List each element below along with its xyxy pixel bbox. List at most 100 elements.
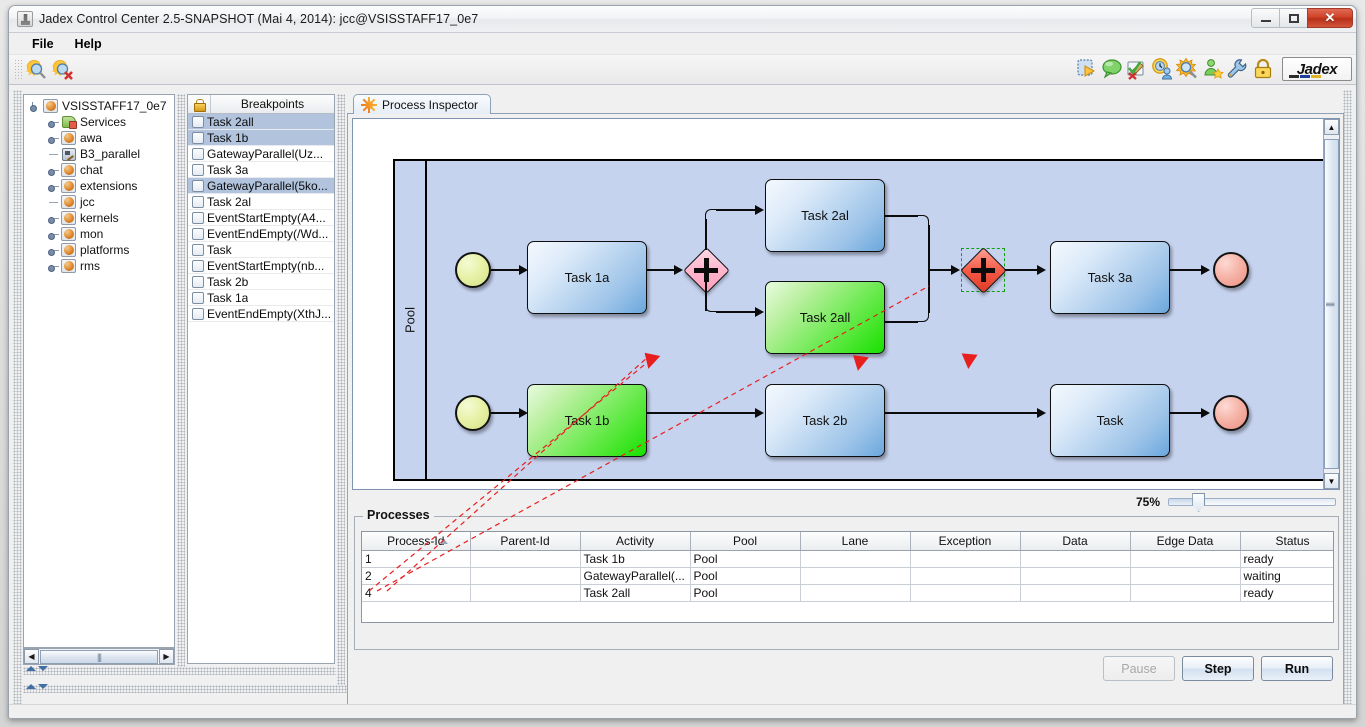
maximize-button[interactable] <box>1279 8 1308 28</box>
expand-handle-icon[interactable] <box>48 117 59 128</box>
end-event-2[interactable] <box>1213 395 1249 431</box>
expand-handle-icon[interactable] <box>48 229 59 240</box>
zoom-slider[interactable] <box>1168 498 1336 506</box>
clock-user-icon[interactable] <box>1151 57 1175 81</box>
start-component-icon[interactable] <box>1076 57 1100 81</box>
start-platform-icon[interactable] <box>25 58 49 82</box>
column-header-parent-id[interactable]: Parent-Id <box>470 532 580 550</box>
breakpoint-row[interactable]: Task 2al <box>188 194 334 210</box>
expand-handle-icon[interactable] <box>48 181 59 192</box>
scroll-down-icon[interactable]: ▼ <box>1324 473 1339 489</box>
start-event-1[interactable] <box>455 252 491 288</box>
scrollbar-track[interactable]: ||| <box>1324 135 1339 473</box>
task-2al[interactable]: Task 2al <box>765 179 885 252</box>
breakpoint-checkbox[interactable] <box>192 292 204 304</box>
stop-platform-icon[interactable] <box>51 58 75 82</box>
breakpoint-checkbox[interactable] <box>192 228 204 240</box>
menu-file[interactable]: File <box>23 35 63 53</box>
breakpoint-row[interactable]: EventStartEmpty(A4... <box>188 210 334 226</box>
scrollbar-thumb[interactable]: ||| <box>40 650 158 664</box>
breakpoint-row[interactable]: Task 1a <box>188 290 334 306</box>
task-1a[interactable]: Task 1a <box>527 241 647 314</box>
breakpoints-panel[interactable]: Breakpoints Task 2all Task 1b GatewayPar… <box>187 94 335 664</box>
tree-row-kernels[interactable]: kernels <box>30 210 174 226</box>
table-row[interactable]: 2 GatewayParallel(... Pool waiting <box>362 567 1334 584</box>
tree-row-extensions[interactable]: extensions <box>30 178 174 194</box>
end-event-1[interactable] <box>1213 252 1249 288</box>
breakpoint-row[interactable]: EventStartEmpty(nb... <box>188 258 334 274</box>
toolbar-grip[interactable] <box>14 59 22 81</box>
task-3a[interactable]: Task 3a <box>1050 241 1170 314</box>
expand-handle-icon[interactable] <box>48 245 59 256</box>
run-button[interactable]: Run <box>1261 656 1333 681</box>
breakpoint-checkbox[interactable] <box>192 164 204 176</box>
tree-row-awa[interactable]: awa <box>30 130 174 146</box>
breakpoints-lock-column[interactable] <box>188 95 211 113</box>
breakpoint-row[interactable]: Task 3a <box>188 162 334 178</box>
column-header-data[interactable]: Data <box>1020 532 1130 550</box>
processes-table-wrapper[interactable]: Process-Id Parent-Id Activity Pool Lane … <box>361 531 1334 623</box>
breakpoint-row[interactable]: GatewayParallel(Uz... <box>188 146 334 162</box>
breakpoint-row[interactable]: EventEndEmpty(/Wd... <box>188 226 334 242</box>
collapse-up-icon[interactable] <box>26 666 36 671</box>
tree-row-services[interactable]: Services <box>30 114 174 130</box>
column-header-pool[interactable]: Pool <box>690 532 800 550</box>
scrollbar-thumb[interactable]: ||| <box>1324 139 1339 469</box>
tree-row-rms[interactable]: rms <box>30 258 174 274</box>
zoom-slider-knob[interactable] <box>1192 493 1205 512</box>
table-row[interactable]: 1 Task 1b Pool ready <box>362 550 1334 567</box>
column-header-activity[interactable]: Activity <box>580 532 690 550</box>
breakpoint-checkbox[interactable] <box>192 132 204 144</box>
breakpoint-row[interactable]: EventEndEmpty(XthJ... <box>188 306 334 322</box>
breakpoint-checkbox[interactable] <box>192 212 204 224</box>
close-button[interactable]: ✕ <box>1307 8 1353 28</box>
settings-search-icon[interactable] <box>1176 57 1200 81</box>
collapse-down-icon[interactable] <box>38 666 48 671</box>
diagram-vertical-scrollbar[interactable]: ▲ ||| ▼ <box>1323 119 1339 489</box>
breakpoint-row[interactable]: Task 2all <box>188 114 334 130</box>
breakpoint-row[interactable]: Task 2b <box>188 274 334 290</box>
collapse-down-icon[interactable] <box>38 684 48 689</box>
breakpoint-checkbox[interactable] <box>192 196 204 208</box>
step-button[interactable]: Step <box>1182 656 1254 681</box>
collapse-up-icon[interactable] <box>26 684 36 689</box>
awareness-icon[interactable] <box>1201 57 1225 81</box>
breakpoint-checkbox[interactable] <box>192 308 204 320</box>
table-row[interactable]: 4 Task 2all Pool ready <box>362 584 1334 601</box>
scroll-up-icon[interactable]: ▲ <box>1324 119 1339 135</box>
expand-handle-icon[interactable] <box>48 261 59 272</box>
gateway-parallel-2[interactable] <box>960 247 1006 293</box>
breakpoint-checkbox[interactable] <box>192 260 204 272</box>
breakpoint-row[interactable]: Task 1b <box>188 130 334 146</box>
expand-handle-icon[interactable] <box>30 101 41 112</box>
breakpoint-checkbox[interactable] <box>192 116 204 128</box>
column-header-status[interactable]: Status <box>1240 532 1334 550</box>
tree-row-b3parallel[interactable]: B3_parallel <box>30 146 174 162</box>
column-header-process-id[interactable]: Process-Id <box>362 532 470 550</box>
breakpoints-column-header[interactable]: Breakpoints <box>211 95 334 113</box>
tree-row-chat[interactable]: chat <box>30 162 174 178</box>
bottom-splitter-arrows[interactable] <box>26 684 48 689</box>
process-diagram-viewport[interactable]: Pool Task 1a <box>352 118 1340 490</box>
task-node[interactable]: Task <box>1050 384 1170 457</box>
horizontal-splitter[interactable] <box>23 667 336 675</box>
middle-vertical-splitter[interactable] <box>337 94 345 685</box>
chat-bubble-icon[interactable] <box>1101 57 1125 81</box>
tree-row-platforms[interactable]: platforms <box>30 242 174 258</box>
task-1b[interactable]: Task 1b <box>527 384 647 457</box>
tree-row-root[interactable]: VSISSTAFF17_0e7 <box>30 98 174 114</box>
tab-process-inspector[interactable]: Process Inspector <box>353 94 491 114</box>
task-2all[interactable]: Task 2all <box>765 281 885 354</box>
tree-row-jcc[interactable]: jcc <box>30 194 174 210</box>
column-header-exception[interactable]: Exception <box>910 532 1020 550</box>
menu-help[interactable]: Help <box>66 35 111 53</box>
breakpoint-checkbox[interactable] <box>192 276 204 288</box>
column-header-edge-data[interactable]: Edge Data <box>1130 532 1240 550</box>
breakpoint-checkbox[interactable] <box>192 180 204 192</box>
process-diagram-canvas[interactable]: Pool Task 1a <box>353 119 1324 475</box>
column-header-lane[interactable]: Lane <box>800 532 910 550</box>
component-tree-panel[interactable]: VSISSTAFF17_0e7 Services awa <box>23 94 175 648</box>
expand-handle-icon[interactable] <box>48 165 59 176</box>
breakpoint-checkbox[interactable] <box>192 148 204 160</box>
breakpoint-checkbox[interactable] <box>192 244 204 256</box>
